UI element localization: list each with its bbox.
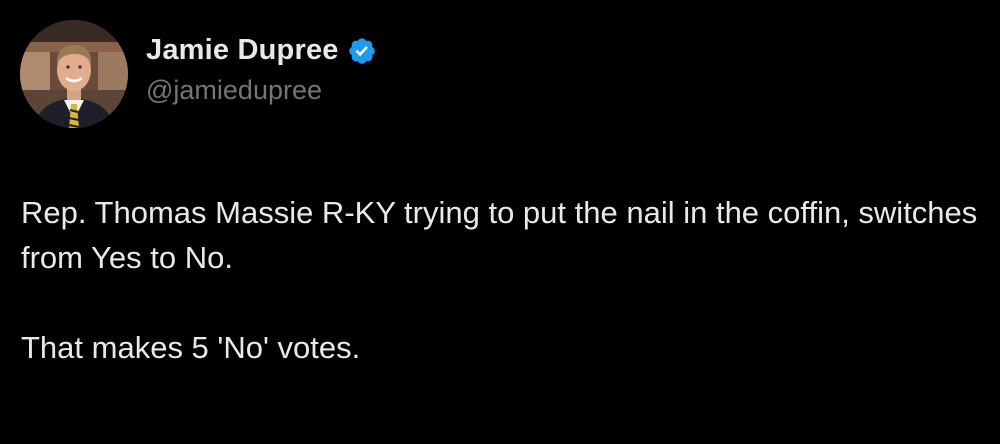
tweet-paragraph: Rep. Thomas Massie R-KY trying to put th… [21,195,978,275]
author-identity: Jamie Dupree @jamiedupree [146,34,377,106]
handle[interactable]: @jamiedupree [146,75,377,106]
tweet-paragraph: That makes 5 'No' votes. [21,330,361,365]
tweet-card: Jamie Dupree @jamiedupree Rep. Thomas Ma… [0,0,1000,444]
verified-badge-icon [347,36,377,66]
tweet-text: Rep. Thomas Massie R-KY trying to put th… [21,190,981,370]
avatar[interactable] [20,20,128,128]
name-row: Jamie Dupree [146,34,377,67]
tweet-header: Jamie Dupree @jamiedupree [20,20,377,128]
display-name[interactable]: Jamie Dupree [146,34,339,67]
